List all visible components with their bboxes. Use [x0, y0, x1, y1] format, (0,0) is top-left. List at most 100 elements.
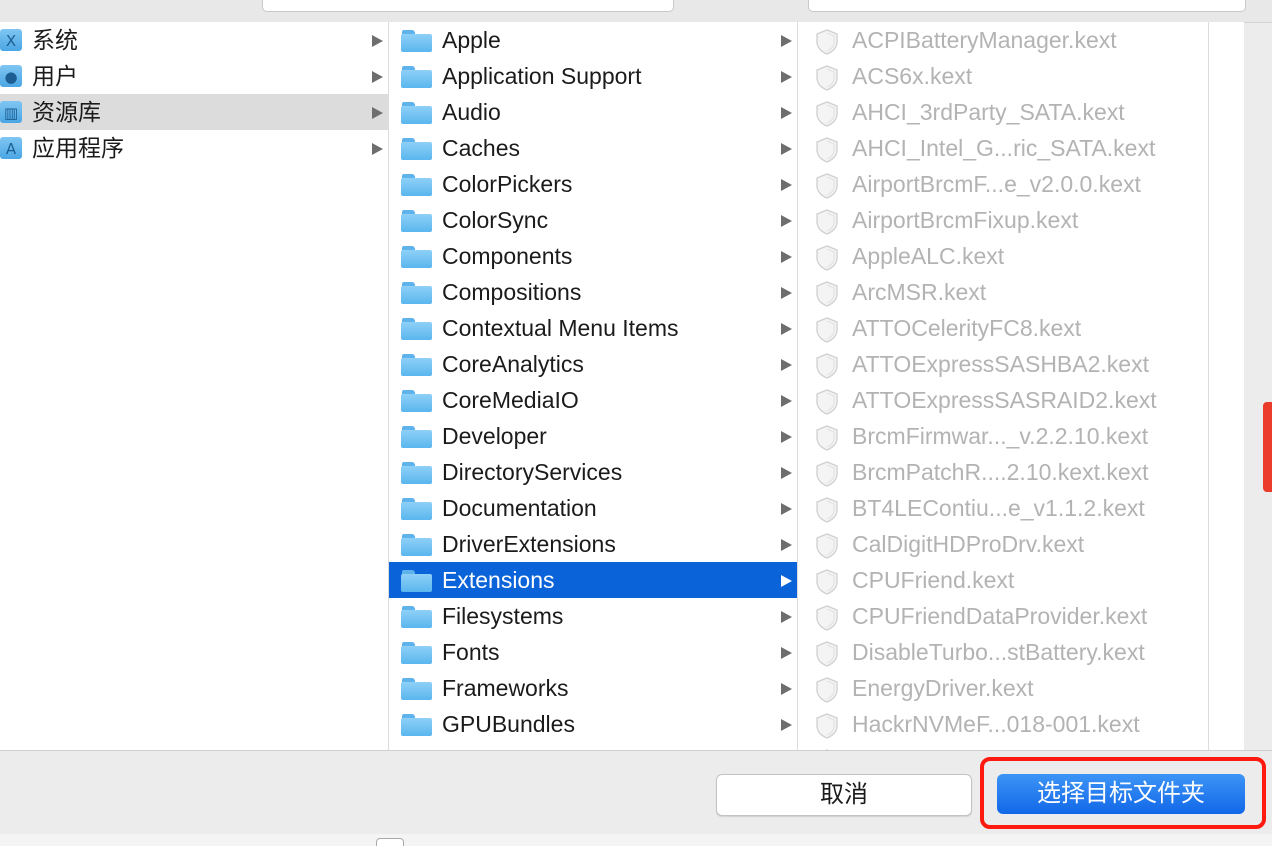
- disclosure-arrow-icon: [781, 251, 792, 263]
- disclosure-arrow-icon: [372, 35, 383, 47]
- partial-checkbox: [376, 838, 404, 846]
- folder-row[interactable]: Contextual Menu Items: [389, 310, 797, 346]
- disclosure-arrow-icon: [781, 107, 792, 119]
- disclosure-arrow-icon: [781, 359, 792, 371]
- disclosure-arrow-icon: [781, 575, 792, 587]
- folder-row[interactable]: Frameworks: [389, 670, 797, 706]
- kext-row: BT4LEContiu...e_v1.1.2.kext: [798, 490, 1208, 526]
- kext-name: BrcmFirmwar..._v.2.2.10.kext: [852, 423, 1149, 449]
- kext-row: ATTOCelerityFC8.kext: [798, 310, 1208, 346]
- folder-row[interactable]: Documentation: [389, 490, 797, 526]
- path-popup[interactable]: [262, 0, 674, 12]
- library-column: Apple Application Support Audio Caches Color…: [389, 22, 798, 750]
- sidebar-item[interactable]: ▥ 资源库: [0, 94, 388, 130]
- disclosure-arrow-icon: [781, 467, 792, 479]
- folder-row[interactable]: Compositions: [389, 274, 797, 310]
- column-browser: X 系统 ● 用户 ▥ 资源库 A 应用程序 Apple Application Support…: [0, 22, 1244, 750]
- folder-row[interactable]: Extensions: [389, 562, 797, 598]
- sidebar-item-label: 应用程序: [32, 135, 124, 161]
- sidebar-item[interactable]: ● 用户: [0, 58, 388, 94]
- folder-name: Contextual Menu Items: [442, 315, 679, 341]
- kext-row: AirportBrcmFixup.kext: [798, 202, 1208, 238]
- sidebar-item-label: 资源库: [32, 99, 101, 125]
- folder-name: CoreMediaIO: [442, 387, 579, 413]
- folder-row[interactable]: Caches: [389, 130, 797, 166]
- users-folder-icon: ●: [0, 65, 22, 87]
- folder-name: CoreAnalytics: [442, 351, 584, 377]
- folder-icon: [401, 678, 432, 700]
- folder-row[interactable]: CoreAnalytics: [389, 346, 797, 382]
- kext-bundle-icon: [816, 389, 838, 415]
- folder-row[interactable]: Apple: [389, 22, 797, 58]
- kext-bundle-icon: [816, 101, 838, 127]
- folder-icon: [401, 462, 432, 484]
- kext-bundle-icon: [816, 713, 838, 739]
- folder-name: Apple: [442, 27, 501, 53]
- folder-row[interactable]: GPUBundles: [389, 706, 797, 742]
- dialog-footer: 取消 选择目标文件夹: [0, 750, 1272, 835]
- kext-bundle-icon: [816, 245, 838, 271]
- kext-name: ArcMSR.kext: [852, 279, 987, 305]
- folder-row[interactable]: Application Support: [389, 58, 797, 94]
- kext-name: DisableTurbo...stBattery.kext: [852, 639, 1145, 665]
- kext-name: AppleALC.kext: [852, 243, 1005, 269]
- kext-row: AppleALC.kext: [798, 238, 1208, 274]
- folder-row[interactable]: Filesystems: [389, 598, 797, 634]
- disclosure-arrow-icon: [372, 107, 383, 119]
- kext-row: EnergyDriver.kext: [798, 670, 1208, 706]
- folder-row[interactable]: ColorSync: [389, 202, 797, 238]
- folder-row[interactable]: Developer: [389, 418, 797, 454]
- search-popup[interactable]: [808, 0, 1246, 12]
- kext-bundle-icon: [816, 209, 838, 235]
- kext-name: AirportBrcmF...e_v2.0.0.kext: [852, 171, 1141, 197]
- kext-bundle-icon: [816, 569, 838, 595]
- kext-row-partial: [798, 742, 1208, 750]
- kext-name: AHCI_Intel_G...ric_SATA.kext: [852, 135, 1156, 161]
- sidebar-item-label: 系统: [32, 27, 78, 53]
- kext-bundle-icon: [816, 353, 838, 379]
- folder-row[interactable]: DirectoryServices: [389, 454, 797, 490]
- folder-row[interactable]: DriverExtensions: [389, 526, 797, 562]
- kext-bundle-icon: [816, 281, 838, 307]
- folder-name: ColorSync: [442, 207, 549, 233]
- sidebar-column: X 系统 ● 用户 ▥ 资源库 A 应用程序: [0, 22, 389, 750]
- kext-name: AHCI_3rdParty_SATA.kext: [852, 99, 1125, 125]
- folder-name: Filesystems: [442, 603, 564, 629]
- folder-row[interactable]: Audio: [389, 94, 797, 130]
- folder-icon: [401, 390, 432, 412]
- kext-bundle-icon: [816, 425, 838, 451]
- kext-name: ACPIBatteryManager.kext: [852, 27, 1117, 53]
- folder-name: Caches: [442, 135, 520, 161]
- kext-name: ATTOCelerityFC8.kext: [852, 315, 1082, 341]
- sidebar-item-label: 用户: [32, 63, 78, 89]
- kext-row: CalDigitHDProDrv.kext: [798, 526, 1208, 562]
- folder-row-partial: [389, 742, 797, 750]
- folder-name: DriverExtensions: [442, 531, 616, 557]
- folder-row[interactable]: Fonts: [389, 634, 797, 670]
- kext-bundle-icon: [816, 65, 838, 91]
- kext-row: ACS6x.kext: [798, 58, 1208, 94]
- kext-row: DisableTurbo...stBattery.kext: [798, 634, 1208, 670]
- folder-row[interactable]: CoreMediaIO: [389, 382, 797, 418]
- kext-name: BT4LEContiu...e_v1.1.2.kext: [852, 495, 1145, 521]
- kext-row: CPUFriend.kext: [798, 562, 1208, 598]
- kext-name: BrcmPatchR....2.10.kext.kext: [852, 459, 1149, 485]
- kext-row: ATTOExpressSASRAID2.kext: [798, 382, 1208, 418]
- folder-row[interactable]: ColorPickers: [389, 166, 797, 202]
- background-window-strip: [0, 834, 1272, 846]
- kext-name: HackrNVMeF...018-001.kext: [852, 711, 1140, 737]
- kext-row: HackrNVMeF...018-001.kext: [798, 706, 1208, 742]
- choose-folder-button[interactable]: 选择目标文件夹: [997, 774, 1245, 814]
- disclosure-arrow-icon: [781, 287, 792, 299]
- folder-name: Developer: [442, 423, 547, 449]
- folder-icon: [401, 138, 432, 160]
- cancel-button[interactable]: 取消: [716, 774, 972, 816]
- kext-row: AHCI_Intel_G...ric_SATA.kext: [798, 130, 1208, 166]
- kext-bundle-icon: [816, 317, 838, 343]
- sidebar-item[interactable]: A 应用程序: [0, 130, 388, 166]
- sidebar-item[interactable]: X 系统: [0, 22, 388, 58]
- disclosure-arrow-icon: [781, 323, 792, 335]
- folder-row[interactable]: Components: [389, 238, 797, 274]
- folder-name: Application Support: [442, 63, 642, 89]
- kext-name: CPUFriend.kext: [852, 567, 1015, 593]
